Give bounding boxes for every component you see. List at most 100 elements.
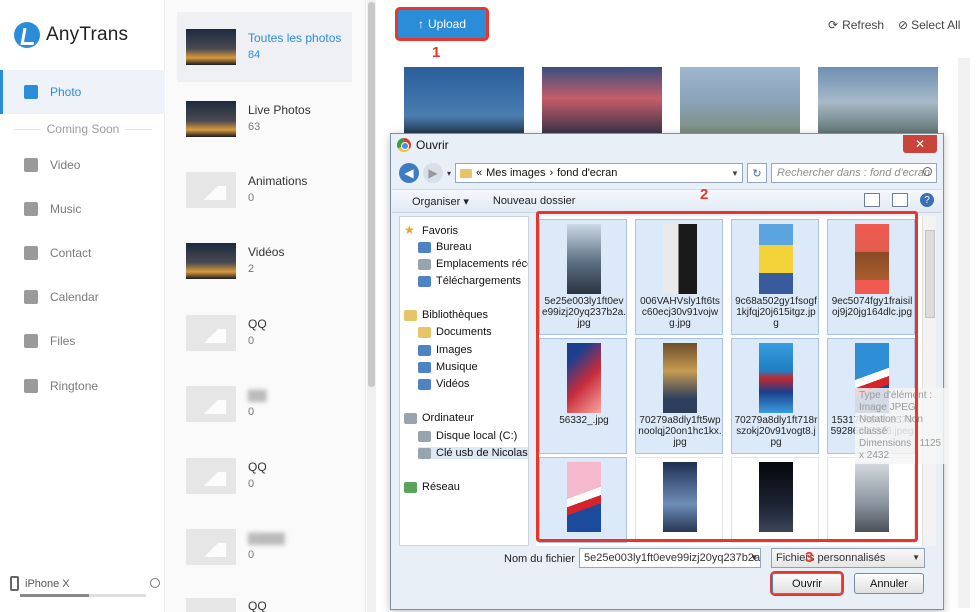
album-name: Live Photos xyxy=(248,103,311,117)
album-item[interactable]: ▇▇ 0 xyxy=(177,369,352,439)
chevron-down-icon[interactable]: ▼ xyxy=(750,553,758,562)
close-button[interactable]: ✕ xyxy=(903,135,937,153)
new-folder-button[interactable]: Nouveau dossier xyxy=(493,195,576,207)
album-item[interactable]: Live Photos 63 xyxy=(177,84,352,154)
cancel-button[interactable]: Annuler xyxy=(854,573,924,594)
refresh-button[interactable]: ⟳ Refresh xyxy=(828,18,884,32)
sidebar-item-contact[interactable]: Contact xyxy=(0,231,165,275)
sidebar-item-label: Music xyxy=(50,202,82,216)
sidebar-item-video[interactable]: Video xyxy=(0,143,165,187)
device-info[interactable]: iPhone X xyxy=(10,576,160,591)
sidebar-item-files[interactable]: Files xyxy=(0,319,165,363)
tree-item-reseau[interactable]: Réseau xyxy=(404,481,460,493)
upload-button[interactable]: ↑ Upload xyxy=(398,10,486,38)
files-icon xyxy=(24,334,38,348)
album-thumbnail xyxy=(186,315,236,351)
organize-menu[interactable]: Organiser ▾ xyxy=(412,195,469,208)
highlight-box xyxy=(536,211,918,542)
refresh-label: Refresh xyxy=(842,18,885,32)
refresh-icon: ⟳ xyxy=(828,18,839,32)
computer-icon xyxy=(404,412,417,424)
tree-item-emplacements[interactable]: Emplacements récer xyxy=(418,258,528,270)
tree-item-telechargements[interactable]: Téléchargements xyxy=(418,275,521,287)
star-icon: ★ xyxy=(404,223,415,237)
file-grid-scrollbar[interactable] xyxy=(922,216,936,546)
select-all-button[interactable]: ⊘ Select All xyxy=(898,18,960,32)
contact-icon xyxy=(24,246,38,260)
open-button[interactable]: Ouvrir xyxy=(772,573,842,594)
anytrans-logo-icon xyxy=(14,22,40,48)
photo-grid xyxy=(404,67,938,137)
tree-item-cle-usb[interactable]: Clé usb de Nicolas (I xyxy=(418,447,528,459)
album-name: QQ xyxy=(248,599,267,612)
back-arrow-icon[interactable]: ◀ xyxy=(399,163,419,183)
help-icon[interactable]: ? xyxy=(920,193,934,207)
album-count: 0 xyxy=(248,335,255,347)
breadcrumb-separator[interactable]: › xyxy=(549,167,553,179)
address-bar[interactable]: « Mes images › fond d'ecran ▼ xyxy=(455,163,744,183)
breadcrumb-item[interactable]: fond d'ecran xyxy=(557,167,617,179)
photo-thumbnail[interactable] xyxy=(404,67,524,137)
tree-item-ordinateur[interactable]: Ordinateur xyxy=(404,412,474,424)
sidebar-item-calendar[interactable]: Calendar xyxy=(0,275,165,319)
storage-bar xyxy=(20,594,146,597)
callout-two: 2 xyxy=(700,186,709,203)
filetype-select[interactable]: Fichiers personnalisés ▼ xyxy=(771,548,925,568)
album-item[interactable]: QQ 0 xyxy=(177,441,352,511)
recent-dropdown-icon[interactable]: ▾ xyxy=(447,169,451,178)
tree-item-bureau[interactable]: Bureau xyxy=(418,241,471,253)
app-logo: AnyTrans xyxy=(14,22,128,48)
address-row: ◀ ▶ ▾ « Mes images › fond d'ecran ▼ ↻ Re… xyxy=(399,161,939,185)
album-item[interactable]: Vidéos 2 xyxy=(177,226,352,296)
preview-pane-icon[interactable] xyxy=(892,193,908,207)
chevron-down-icon[interactable]: ▼ xyxy=(728,169,742,178)
main-scrollbar[interactable] xyxy=(958,58,970,608)
search-input[interactable]: Rechercher dans : fond d'ecran xyxy=(771,163,938,183)
documents-icon xyxy=(418,326,431,338)
tree-item-documents[interactable]: Documents xyxy=(418,326,492,338)
phone-icon xyxy=(10,576,19,591)
album-count: 84 xyxy=(248,49,261,61)
sidebar-item-ringtone[interactable]: Ringtone xyxy=(0,364,165,408)
album-thumbnail xyxy=(186,529,236,565)
album-scrollbar[interactable] xyxy=(367,0,376,612)
power-icon[interactable] xyxy=(150,578,160,588)
filetype-value: Fichiers personnalisés xyxy=(776,552,886,564)
album-name: Vidéos xyxy=(248,245,285,259)
coming-soon-divider: Coming Soon xyxy=(8,120,158,138)
library-icon xyxy=(404,309,417,321)
album-item[interactable]: QQ xyxy=(177,584,352,612)
album-name: Toutes les photos xyxy=(248,31,342,45)
images-icon xyxy=(418,344,431,356)
photo-thumbnail[interactable] xyxy=(818,67,938,137)
videos-icon xyxy=(418,378,431,390)
path-overflow: « xyxy=(476,167,483,179)
app-name: AnyTrans xyxy=(46,24,129,45)
forward-arrow-icon[interactable]: ▶ xyxy=(423,163,443,183)
photo-thumbnail[interactable] xyxy=(680,67,800,137)
album-count: 2 xyxy=(248,263,255,275)
album-item[interactable]: Animations 0 xyxy=(177,155,352,225)
sidebar-item-music[interactable]: Music xyxy=(0,187,165,231)
tree-item-images[interactable]: Images xyxy=(418,344,472,356)
tree-item-musique[interactable]: Musique xyxy=(418,361,478,373)
filename-value: 5e25e003ly1ft0eve99izj20yq237b2a.jpg xyxy=(584,552,761,564)
filename-input[interactable]: 5e25e003ly1ft0eve99izj20yq237b2a.jpg ▼ xyxy=(579,548,761,568)
album-item[interactable]: QQ 0 xyxy=(177,298,352,368)
view-options-icon[interactable] xyxy=(864,193,880,207)
upload-arrow-icon: ↑ xyxy=(417,17,424,31)
sidebar-item-label: Files xyxy=(50,334,76,348)
sidebar-item-label: Calendar xyxy=(50,290,99,304)
refresh-icon[interactable]: ↻ xyxy=(747,163,768,183)
tree-item-favoris[interactable]: ★ Favoris xyxy=(404,224,458,237)
album-item[interactable]: ▇▇▇▇ 0 xyxy=(177,512,352,582)
tree-item-bibliotheques[interactable]: Bibliothèques xyxy=(404,309,488,321)
upload-label: Upload xyxy=(427,17,467,31)
breadcrumb-item[interactable]: Mes images xyxy=(486,167,545,179)
sidebar: AnyTrans Photo Coming Soon Video Music C… xyxy=(0,0,165,612)
sidebar-item-photo[interactable]: Photo xyxy=(0,70,165,114)
album-item[interactable]: Toutes les photos 84 xyxy=(177,12,352,82)
tree-item-videos[interactable]: Vidéos xyxy=(418,378,469,390)
photo-thumbnail[interactable] xyxy=(542,67,662,137)
tree-item-disque-local[interactable]: Disque local (C:) xyxy=(418,430,517,442)
